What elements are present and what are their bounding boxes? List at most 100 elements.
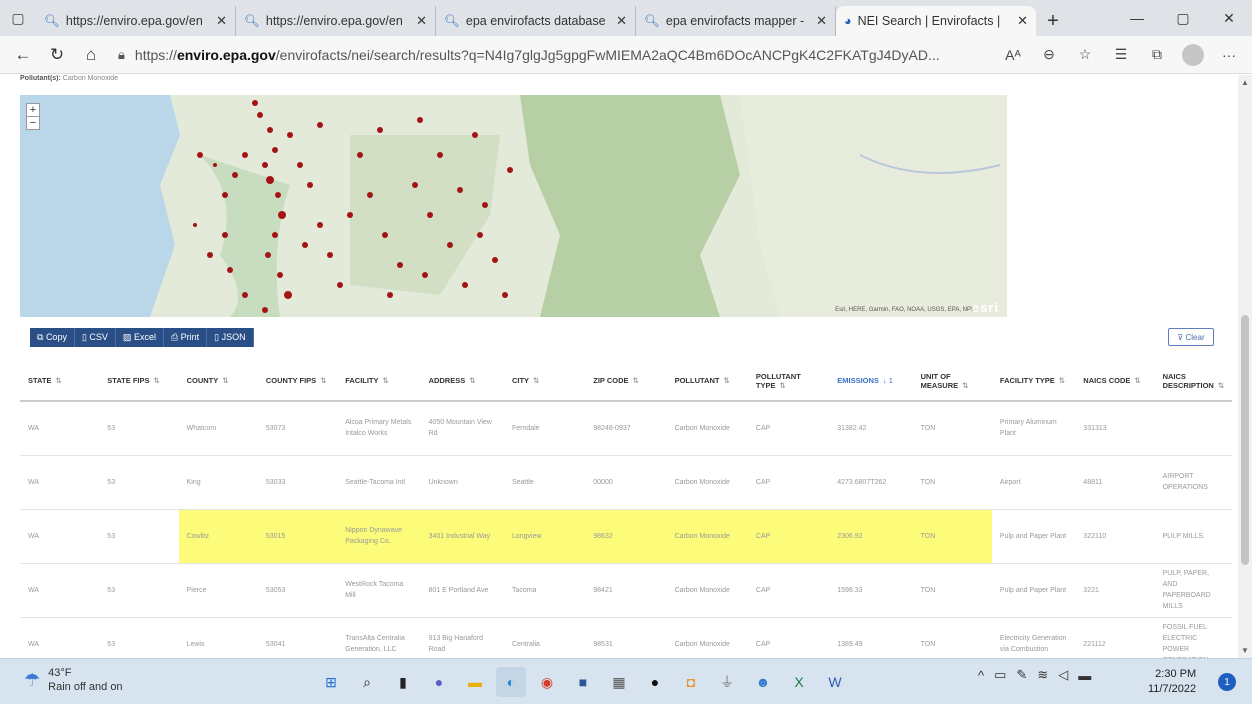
col-header[interactable]: ZIP CODE ⇅ [585, 361, 667, 402]
keyboard-icon[interactable]: ▭ [994, 667, 1006, 683]
store-icon[interactable]: ■ [568, 667, 598, 697]
close-icon[interactable]: ✕ [1017, 13, 1028, 29]
map-zoom-control: + − [26, 103, 40, 130]
col-header[interactable]: STATE ⇅ [20, 361, 100, 402]
tab-nei-search[interactable]: ◕ NEI Search | Envirofacts | ✕ [836, 6, 1036, 36]
word-icon[interactable]: W [820, 667, 850, 697]
search-icon[interactable]: ⌕ [352, 667, 382, 697]
chrome-icon[interactable]: ◉ [532, 667, 562, 697]
table-cell: TON [912, 401, 992, 456]
profile-icon[interactable] [1178, 40, 1208, 70]
volume-icon[interactable]: ◁ [1058, 667, 1068, 683]
col-header[interactable]: ADDRESS ⇅ [420, 361, 504, 402]
new-tab-button[interactable]: + [1036, 6, 1070, 36]
map-attribution: Esri, HERE, Garmin, FAO, NOAA, USGS, EPA… [835, 307, 975, 313]
chat-icon[interactable]: ● [424, 667, 454, 697]
table-cell: CAP [747, 563, 830, 618]
notification-badge[interactable]: 1 [1218, 673, 1236, 691]
json-button[interactable]: ▯ JSON [207, 328, 254, 347]
app-icon[interactable]: ◘ [676, 667, 706, 697]
usb-icon[interactable]: ⏚ [712, 667, 742, 697]
close-icon[interactable]: ✕ [816, 13, 827, 29]
col-header-emissions-sorted[interactable]: EMISSIONS ↓ 1 [829, 361, 913, 402]
pen-icon[interactable]: ✎ [1016, 667, 1027, 683]
table-cell: 48811 [1075, 455, 1155, 510]
search-icon: 🔍︎ [644, 13, 660, 28]
media-icon[interactable]: ● [640, 667, 670, 697]
read-aloud-icon[interactable]: Aᴬ [998, 40, 1028, 70]
people-icon[interactable]: ☻ [748, 667, 778, 697]
close-icon[interactable]: ✕ [216, 13, 227, 29]
minimize-icon[interactable]: — [1114, 0, 1160, 36]
collections-icon[interactable]: ⧉ [1142, 40, 1172, 70]
table-cell: Airport [991, 455, 1076, 510]
favorite-add-icon[interactable]: ☆ [1070, 40, 1100, 70]
table-cell: 4273.6807T262 [829, 455, 913, 510]
more-icon[interactable]: ··· [1214, 40, 1244, 70]
col-header[interactable]: POLLUTANT TYPE ⇅ [747, 361, 830, 402]
table-cell: King [178, 455, 258, 510]
table-cell: 4050 Mountain View Rd [420, 401, 504, 456]
refresh-icon[interactable]: ↻ [42, 40, 72, 70]
tab-1[interactable]: 🔍︎ https://enviro.epa.gov/en ✕ [36, 6, 236, 36]
calculator-icon[interactable]: ▦ [604, 667, 634, 697]
battery-icon[interactable]: ▬ [1078, 668, 1091, 683]
close-icon[interactable]: ✕ [416, 13, 427, 29]
col-header[interactable]: CITY ⇅ [503, 361, 586, 402]
taskbar: ☂ 43°F Rain off and on ⊞ ⌕ ▮ ● ▬ ◐ ◉ ■ ▦ … [0, 658, 1252, 704]
export-buttons: ⧉ Copy ▯ CSV ▨ Excel ⎙ Print ▯ JSON [30, 328, 254, 347]
scroll-thumb[interactable] [1241, 315, 1249, 565]
wifi-icon[interactable]: ≋ [1037, 667, 1048, 683]
rain-icon: ☂ [24, 669, 41, 690]
back-icon[interactable]: ← [8, 40, 38, 70]
close-icon[interactable]: ✕ [616, 13, 627, 29]
url-field[interactable]: 🔒︎ https://enviro.epa.gov/envirofacts/ne… [110, 40, 994, 70]
col-header[interactable]: NAICS CODE ⇅ [1075, 361, 1155, 402]
esri-logo: esri [971, 300, 999, 315]
tab-3[interactable]: 🔍︎ epa envirofacts database ✕ [436, 6, 636, 36]
zoom-in-button[interactable]: + [27, 104, 39, 117]
tab-2[interactable]: 🔍︎ https://enviro.epa.gov/en ✕ [236, 6, 436, 36]
chevron-up-icon[interactable]: ^ [978, 668, 984, 683]
restore-icon[interactable]: ▢ [1160, 0, 1206, 36]
print-button[interactable]: ⎙ Print [163, 328, 208, 347]
scroll-up-icon[interactable]: ▲ [1241, 78, 1249, 87]
table-cell: Carbon Monoxide [666, 563, 748, 618]
col-header[interactable]: STATE FIPS ⇅ [99, 361, 179, 402]
tab-4[interactable]: 🔍︎ epa envirofacts mapper - ✕ [636, 6, 836, 36]
col-header[interactable]: FACILITY TYPE ⇅ [991, 361, 1076, 402]
col-header[interactable]: COUNTY ⇅ [178, 361, 258, 402]
table-cell: Seattle [503, 455, 586, 510]
table-row: WA 53 King 53033 Seattle-Tacoma Intl Unknown S… [20, 455, 1232, 510]
page-scrollbar[interactable]: ▲ ▼ [1238, 75, 1252, 658]
facility-map[interactable]: + − Esri, HERE, Garmin, FAO, NOAA, USGS,… [20, 95, 1007, 317]
tab-actions-icon[interactable]: ▢ [0, 0, 36, 36]
table-cell: PULP, PAPER, AND PAPERBOARD MILLS [1154, 563, 1232, 618]
zoom-icon[interactable]: ⊖ [1034, 40, 1064, 70]
col-header[interactable]: UNIT OF MEASURE ⇅ [912, 361, 992, 402]
col-header[interactable]: COUNTY FIPS ⇅ [257, 361, 338, 402]
edge-icon[interactable]: ◐ [496, 667, 526, 697]
zoom-out-button[interactable]: − [27, 117, 39, 129]
weather-widget[interactable]: ☂ 43°F Rain off and on [24, 666, 123, 694]
start-icon[interactable]: ⊞ [316, 667, 346, 697]
search-icon: 🔍︎ [44, 13, 60, 28]
excel-icon[interactable]: X [784, 667, 814, 697]
table-cell: Whatcom [178, 401, 258, 456]
col-header[interactable]: NAICS DESCRIPTION ⇅ [1154, 361, 1232, 402]
clear-button[interactable]: ⊽ Clear [1168, 328, 1214, 346]
window-close-icon[interactable]: ✕ [1206, 0, 1252, 36]
table-cell: Ferndale [503, 401, 586, 456]
scroll-down-icon[interactable]: ▼ [1241, 646, 1249, 655]
excel-button[interactable]: ▨ Excel [115, 328, 164, 347]
col-header[interactable]: FACILITY ⇅ [337, 361, 421, 402]
favorites-icon[interactable]: ☰ [1106, 40, 1136, 70]
clock[interactable]: 2:30 PM 11/7/2022 [1148, 667, 1196, 697]
table-cell: WA [20, 563, 100, 618]
copy-button[interactable]: ⧉ Copy [30, 328, 75, 347]
file-explorer-icon[interactable]: ▬ [460, 667, 490, 697]
csv-button[interactable]: ▯ CSV [74, 328, 116, 347]
task-view-icon[interactable]: ▮ [388, 667, 418, 697]
home-icon[interactable]: ⌂ [76, 40, 106, 70]
col-header[interactable]: POLLUTANT ⇅ [666, 361, 748, 402]
